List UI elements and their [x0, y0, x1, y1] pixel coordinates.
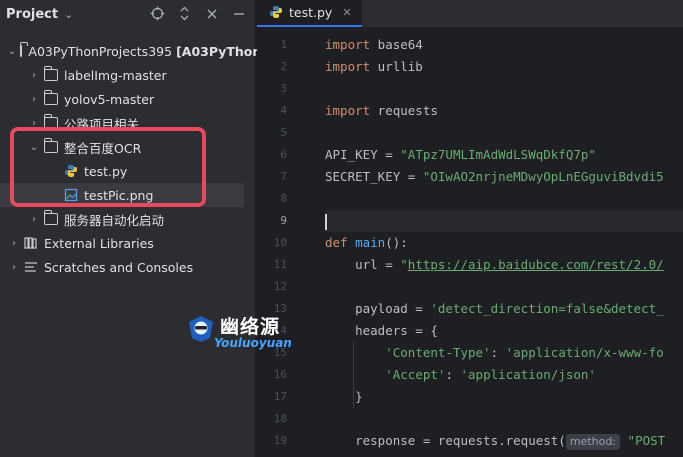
code-line: def main():	[325, 235, 408, 250]
tree-item-label: labelImg-master	[64, 67, 167, 83]
tree-item-label: Scratches and Consoles	[44, 259, 194, 275]
line-number: 9	[280, 214, 287, 227]
chevron-right-icon[interactable]: ›	[8, 237, 20, 249]
tree-item-road-project[interactable]: › 公路项目相关	[0, 111, 256, 135]
python-file-icon	[64, 164, 78, 178]
watermark-text-en: Youluoyuan	[214, 336, 292, 350]
code-line: url = "https://aip.baidubce.com/rest/2.0…	[325, 257, 664, 272]
project-panel: Project ⌄ ⌄ A03PyThonProjects395 [A03PyT…	[0, 0, 261, 457]
code-line: }	[325, 389, 363, 404]
library-icon	[24, 237, 38, 249]
editor-tabbar: test.py ✕	[257, 0, 683, 28]
code-line: import base64	[325, 37, 423, 52]
folder-icon	[44, 210, 58, 225]
tree-item-external-libraries[interactable]: › External Libraries	[0, 231, 256, 255]
code-line: import urllib	[325, 59, 423, 74]
code-line: import requests	[325, 103, 438, 118]
chevron-down-icon[interactable]: ⌄	[8, 45, 16, 57]
tree-item-baidu-ocr[interactable]: ⌄ 整合百度OCR	[0, 135, 256, 159]
line-number: 12	[273, 280, 287, 293]
code-line: headers = {	[325, 323, 438, 338]
line-number: 17	[273, 390, 287, 403]
watermark: 幽络源 Youluoyuan	[186, 312, 306, 356]
tree-item-label: A03PyThonProjects395	[28, 43, 173, 59]
editor: test.py ✕ 1 2 3 4 5 6 7 8 9 10 11 12 13 …	[257, 0, 683, 457]
tree-item-suffix: [A03PyThon	[176, 43, 262, 59]
line-numbers: 1 2 3 4 5 6 7 8 9 10 11 12 13 14 15 16 1…	[257, 34, 315, 452]
scratches-icon	[24, 261, 38, 273]
tree-item-labelimg[interactable]: › labelImg-master	[0, 63, 256, 87]
tree-item-label: 服务器自动化启动	[64, 212, 165, 228]
tree-item-testpic-png[interactable]: testPic.png	[0, 183, 244, 207]
tree-item-yolov5[interactable]: › yolov5-master	[0, 87, 256, 111]
project-toolbar	[149, 5, 247, 22]
tab-label: test.py	[289, 4, 333, 20]
expand-collapse-icon[interactable]	[176, 5, 193, 22]
folder-icon	[44, 90, 58, 105]
tree-item-label: testPic.png	[84, 187, 154, 203]
tree-item-server-auto[interactable]: › 服务器自动化启动	[0, 207, 256, 231]
code-line-current	[325, 210, 683, 232]
tree-item-scratches[interactable]: › Scratches and Consoles	[0, 255, 256, 279]
line-number: 4	[280, 104, 287, 117]
folder-icon	[44, 138, 58, 153]
line-number: 7	[280, 170, 287, 183]
text-caret	[325, 213, 327, 230]
close-icon[interactable]	[203, 5, 220, 22]
close-icon[interactable]: ✕	[342, 6, 351, 19]
code-line: API_KEY = "ATpz7UMLImAdWdLSWqDkfQ7p"	[325, 147, 596, 162]
watermark-text-cn: 幽络源	[220, 316, 281, 338]
code-line: SECRET_KEY = "OIwAO2nrjneMDwyOpLnEGguviB…	[325, 169, 664, 184]
project-tree: ⌄ A03PyThonProjects395 [A03PyThon › labe…	[0, 39, 261, 279]
folder-icon	[44, 66, 58, 81]
line-number: 6	[280, 148, 287, 161]
chevron-right-icon[interactable]: ›	[28, 117, 40, 129]
line-number: 18	[273, 412, 287, 425]
folder-icon	[20, 42, 29, 57]
project-title[interactable]: Project	[6, 7, 58, 22]
folder-icon	[44, 114, 58, 129]
chevron-right-icon[interactable]: ›	[28, 93, 40, 105]
parameter-hint: method:	[565, 434, 621, 450]
line-number: 5	[280, 126, 287, 139]
chevron-down-icon[interactable]: ⌄	[28, 141, 40, 153]
tree-item-label: yolov5-master	[64, 91, 155, 107]
project-header: Project ⌄	[0, 0, 255, 28]
code-line: response = requests.request(method: "POS…	[325, 433, 666, 450]
tree-item-label: 公路项目相关	[64, 116, 140, 132]
line-number: 11	[273, 258, 287, 271]
line-number: 1	[280, 38, 287, 51]
code-line: 'Content-Type': 'application/x-www-fo	[385, 345, 664, 360]
tab-test-py[interactable]: test.py ✕	[257, 0, 362, 27]
line-number: 2	[280, 60, 287, 73]
code-line: payload = 'detect_direction=false&detect…	[325, 301, 664, 316]
image-file-icon	[64, 188, 78, 202]
minimize-icon[interactable]	[230, 5, 247, 22]
tree-item-label: External Libraries	[44, 235, 154, 251]
chevron-right-icon[interactable]: ›	[28, 213, 40, 225]
watermark-logo-icon	[189, 316, 213, 342]
line-number: 3	[280, 82, 287, 95]
tree-item-root[interactable]: ⌄ A03PyThonProjects395 [A03PyThon	[0, 39, 261, 63]
line-number: 10	[273, 236, 287, 249]
chevron-right-icon[interactable]: ›	[28, 69, 40, 81]
locate-icon[interactable]	[149, 5, 166, 22]
line-number: 8	[280, 192, 287, 205]
tree-item-label: 整合百度OCR	[64, 140, 142, 156]
chevron-right-icon[interactable]: ›	[8, 261, 20, 273]
code-area[interactable]: import base64 import urllib import reque…	[325, 34, 683, 452]
code-line: 'Accept': 'application/json'	[385, 367, 596, 382]
line-number: 16	[273, 368, 287, 381]
tree-item-test-py[interactable]: test.py	[0, 159, 256, 183]
chevron-down-icon[interactable]: ⌄	[64, 8, 73, 21]
tree-item-label: test.py	[84, 163, 128, 179]
line-number: 19	[273, 434, 287, 447]
python-file-icon	[269, 5, 283, 19]
